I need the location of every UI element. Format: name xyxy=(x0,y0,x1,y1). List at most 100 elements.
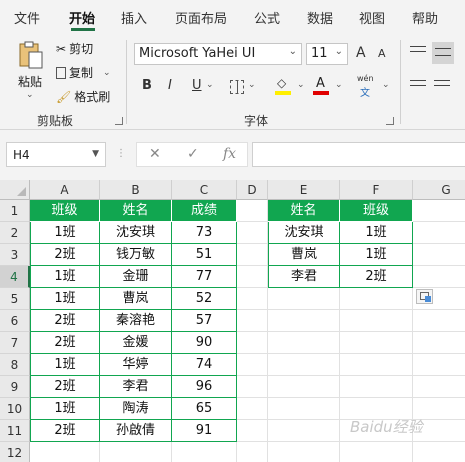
scores-table-cell[interactable]: 1班 xyxy=(30,354,100,376)
row-header-2[interactable]: 2 xyxy=(0,222,30,244)
cell[interactable] xyxy=(237,310,268,332)
align-left-button[interactable] xyxy=(410,80,428,94)
select-all-button[interactable] xyxy=(0,180,30,200)
paste-button[interactable]: 粘贴 ⌄ xyxy=(14,40,48,104)
row-header-1[interactable]: 1 xyxy=(0,200,30,222)
scores-table-cell[interactable]: 金珊 xyxy=(100,266,172,288)
scores-table-cell[interactable]: 金媛 xyxy=(100,332,172,354)
tab-formulas[interactable]: 公式 xyxy=(254,8,280,27)
scores-table-header-cell[interactable]: 成绩 xyxy=(172,200,237,222)
lookup-table-header-cell[interactable]: 班级 xyxy=(340,200,413,222)
cell[interactable] xyxy=(268,288,340,310)
cell[interactable] xyxy=(172,442,237,462)
tab-data[interactable]: 数据 xyxy=(307,8,333,27)
cell[interactable] xyxy=(340,442,413,462)
cell[interactable] xyxy=(237,376,268,398)
cancel-icon[interactable]: ✕ xyxy=(149,146,161,162)
lookup-table-cell[interactable]: 1班 xyxy=(340,222,413,244)
row-header-5[interactable]: 5 xyxy=(0,288,30,310)
cell[interactable] xyxy=(237,332,268,354)
lookup-table-cell[interactable]: 曹岚 xyxy=(268,244,340,266)
cell[interactable] xyxy=(268,354,340,376)
scores-table-cell[interactable]: 2班 xyxy=(30,244,100,266)
format-painter-button[interactable]: 🖌 格式刷 xyxy=(56,88,110,105)
cell[interactable] xyxy=(340,376,413,398)
scores-table-cell[interactable]: 51 xyxy=(172,244,237,266)
row-header-8[interactable]: 8 xyxy=(0,354,30,376)
row-header-6[interactable]: 6 xyxy=(0,310,30,332)
cell[interactable] xyxy=(413,244,465,266)
column-header-e[interactable]: E xyxy=(268,180,340,200)
scores-table-cell[interactable]: 77 xyxy=(172,266,237,288)
cell[interactable] xyxy=(413,376,465,398)
cell[interactable] xyxy=(413,222,465,244)
font-launcher-icon[interactable] xyxy=(386,117,394,125)
cell[interactable] xyxy=(340,310,413,332)
column-header-c[interactable]: C xyxy=(172,180,237,200)
cell[interactable] xyxy=(237,420,268,442)
scores-table-cell[interactable]: 曹岚 xyxy=(100,288,172,310)
row-header-7[interactable]: 7 xyxy=(0,332,30,354)
column-header-a[interactable]: A xyxy=(30,180,100,200)
underline-button[interactable]: U xyxy=(192,78,202,93)
cut-button[interactable]: ✂ 剪切 xyxy=(56,40,93,57)
scores-table-cell[interactable]: 沈安琪 xyxy=(100,222,172,244)
scores-table-cell[interactable]: 孙啟倩 xyxy=(100,420,172,442)
lookup-table-header-cell[interactable]: 姓名 xyxy=(268,200,340,222)
name-box[interactable]: H4 ▼ xyxy=(6,142,106,167)
cell[interactable] xyxy=(268,332,340,354)
scores-table-cell[interactable]: 90 xyxy=(172,332,237,354)
row-header-11[interactable]: 11 xyxy=(0,420,30,442)
tab-page-layout[interactable]: 页面布局 xyxy=(175,8,227,27)
cell[interactable] xyxy=(237,354,268,376)
scores-table-cell[interactable]: 74 xyxy=(172,354,237,376)
cell[interactable] xyxy=(268,398,340,420)
cell[interactable] xyxy=(268,442,340,462)
font-name-select[interactable]: Microsoft YaHei UI ⌄ xyxy=(134,43,302,65)
enter-icon[interactable]: ✓ xyxy=(187,146,199,162)
column-header-f[interactable]: F xyxy=(340,180,413,200)
scores-table-cell[interactable]: 1班 xyxy=(30,266,100,288)
column-header-b[interactable]: B xyxy=(100,180,172,200)
cell[interactable] xyxy=(413,266,465,288)
scores-table-cell[interactable]: 钱万敏 xyxy=(100,244,172,266)
scores-table-cell[interactable]: 2班 xyxy=(30,332,100,354)
cell[interactable] xyxy=(237,288,268,310)
cell[interactable] xyxy=(268,420,340,442)
cell[interactable] xyxy=(237,200,268,222)
cell[interactable] xyxy=(268,310,340,332)
scores-table-cell[interactable]: 73 xyxy=(172,222,237,244)
insert-function-icon[interactable]: fx xyxy=(223,146,236,162)
lookup-table-cell[interactable]: 1班 xyxy=(340,244,413,266)
row-header-4[interactable]: 4 xyxy=(0,266,30,288)
font-color-button[interactable]: A xyxy=(313,76,331,96)
cell[interactable] xyxy=(237,266,268,288)
row-header-9[interactable]: 9 xyxy=(0,376,30,398)
tab-home[interactable]: 开始 xyxy=(69,8,95,27)
cell[interactable] xyxy=(30,442,100,462)
scores-table-cell[interactable]: 陶涛 xyxy=(100,398,172,420)
column-header-g[interactable]: G xyxy=(413,180,465,200)
tab-insert[interactable]: 插入 xyxy=(121,8,147,27)
cell[interactable] xyxy=(237,222,268,244)
cell[interactable] xyxy=(340,332,413,354)
scores-table-cell[interactable]: 2班 xyxy=(30,376,100,398)
cell[interactable] xyxy=(413,332,465,354)
cell[interactable] xyxy=(413,442,465,462)
cell[interactable] xyxy=(237,442,268,462)
scores-table-cell[interactable]: 2班 xyxy=(30,310,100,332)
cell[interactable] xyxy=(413,200,465,222)
cell[interactable] xyxy=(100,442,172,462)
scores-table-cell[interactable]: 1班 xyxy=(30,222,100,244)
cell[interactable] xyxy=(237,244,268,266)
cell[interactable] xyxy=(237,398,268,420)
lookup-table-cell[interactable]: 李君 xyxy=(268,266,340,288)
column-header-d[interactable]: D xyxy=(237,180,268,200)
lookup-table-cell[interactable]: 2班 xyxy=(340,266,413,288)
decrease-font-size-button[interactable]: A xyxy=(378,47,386,60)
bold-button[interactable]: B xyxy=(142,78,152,93)
increase-font-size-button[interactable]: A xyxy=(356,45,366,61)
scores-table-cell[interactable]: 1班 xyxy=(30,398,100,420)
row-header-12[interactable]: 12 xyxy=(0,442,30,462)
scores-table-cell[interactable]: 李君 xyxy=(100,376,172,398)
